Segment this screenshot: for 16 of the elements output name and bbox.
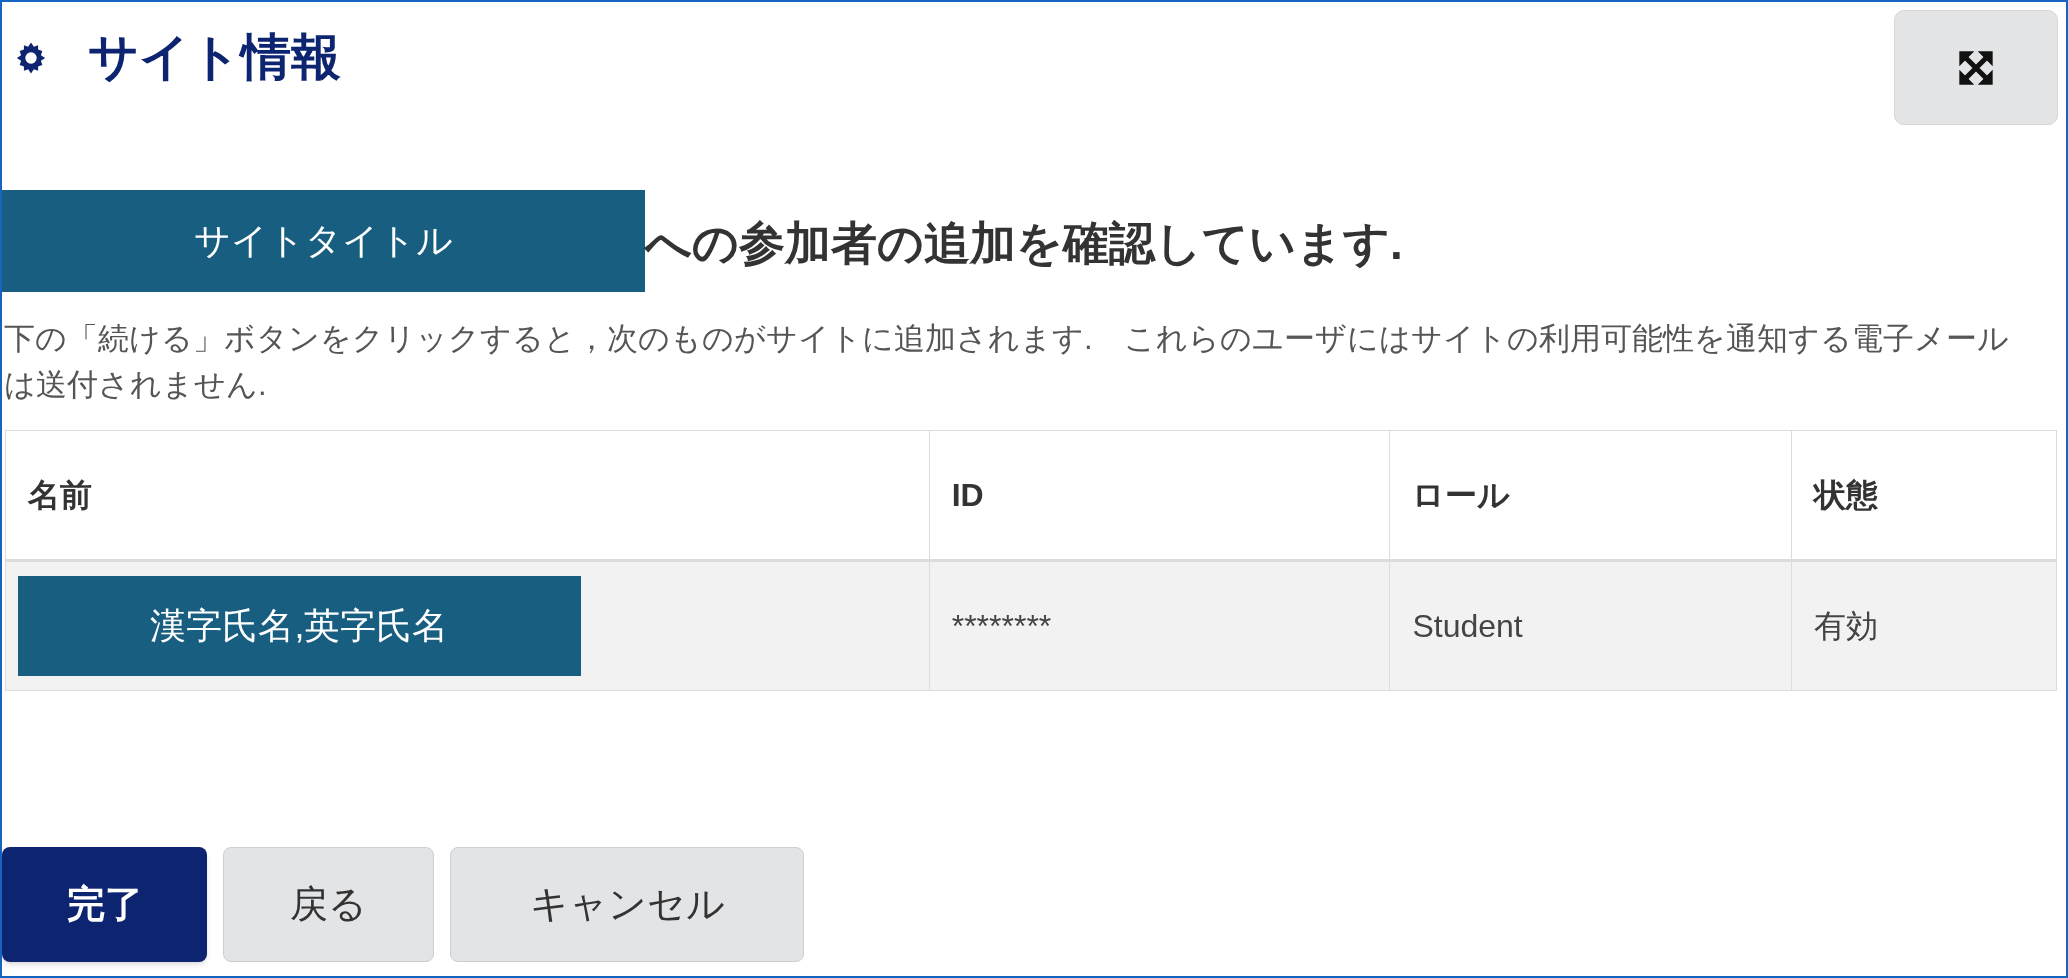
participant-name: 漢字氏名,英字氏名 [18,576,581,676]
site-title-label: サイトタイトル [2,190,645,292]
column-header: ロール [1389,430,1792,561]
description-text: 下の「続ける」ボタンをクリックすると，次のものがサイトに追加されます. これらのユーザにはサイトの利用可能性を通知する電子メールは送付されません. [4,320,2010,404]
table-cell: Student [1389,560,1792,691]
action-button[interactable]: 戻る [223,847,434,962]
table-cell: ******** [929,560,1390,691]
action-button[interactable]: キャンセル [450,847,804,962]
table-cell: 有効 [1791,560,2057,691]
column-header: 状態 [1791,430,2057,561]
expand-button[interactable] [1894,10,2058,125]
column-header: ID [929,430,1390,561]
page-title: サイト情報 [88,28,341,87]
confirmation-heading: への参加者の追加を確認しています. [645,215,1403,271]
done-button[interactable]: 完了 [2,847,207,962]
column-header: 名前 [5,430,930,561]
